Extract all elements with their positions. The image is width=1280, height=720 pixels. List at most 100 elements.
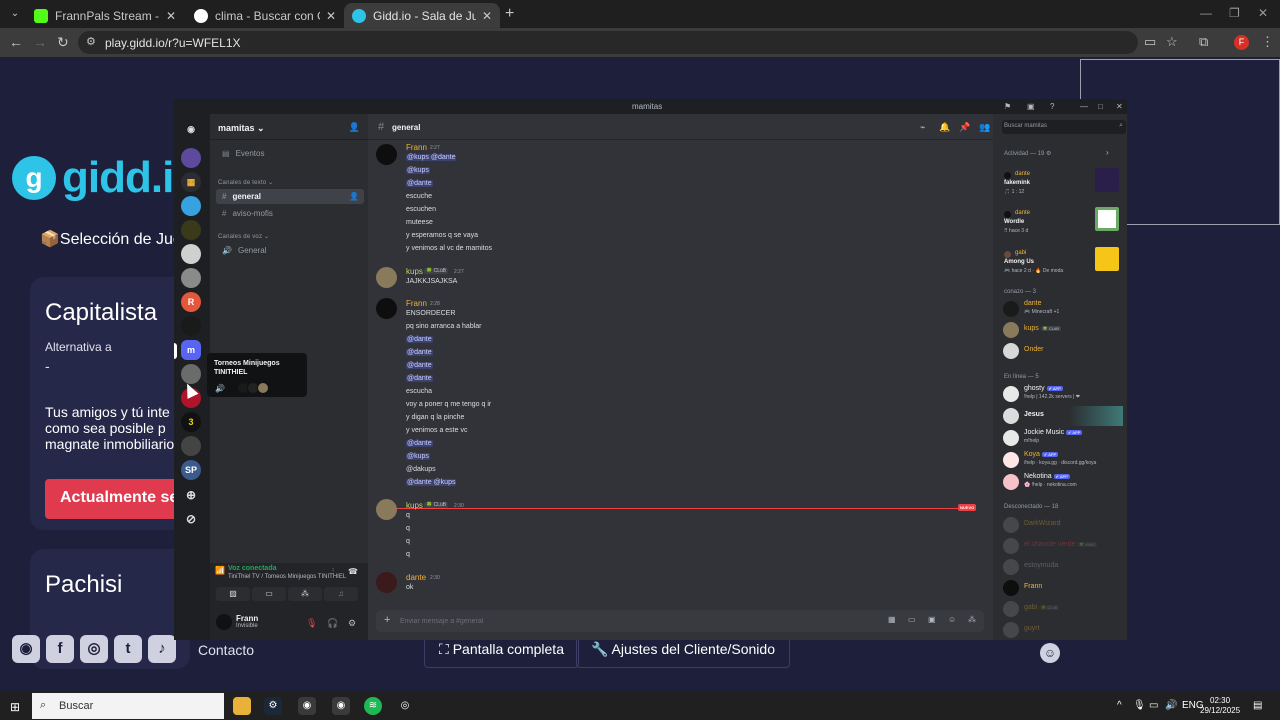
profile-avatar[interactable]: F [1234, 35, 1249, 50]
attach-plus-icon[interactable]: + [384, 614, 390, 626]
mention[interactable]: @kups [406, 453, 430, 460]
apps-icon[interactable]: ⁂ [968, 615, 976, 624]
tab-search-button[interactable]: ⌄ [6, 5, 24, 23]
bookmark-star-icon[interactable]: ☆ [1166, 34, 1178, 50]
mention[interactable]: @dante [406, 336, 433, 343]
channel-general[interactable]: # general 👤 [216, 189, 364, 204]
member-item[interactable]: gabi 🍀 CLüB [1003, 599, 1123, 619]
gidd-logo[interactable]: g gidd.io [12, 153, 200, 203]
sticker-icon[interactable]: ▣ [928, 615, 936, 624]
server-icon[interactable] [181, 316, 201, 336]
minimize-icon[interactable]: — [1080, 102, 1088, 111]
close-window-icon[interactable]: ✕ [1258, 6, 1268, 20]
server-icon[interactable]: 3 [181, 412, 201, 432]
maximize-icon[interactable]: □ [1098, 102, 1103, 111]
member-list-icon[interactable]: 👥 [979, 122, 990, 133]
back-icon[interactable]: ← [9, 34, 23, 50]
member-item[interactable]: Frann [1003, 578, 1123, 598]
cast-icon[interactable]: ▭ [1144, 34, 1156, 50]
activity-card[interactable]: gabi Among Us 🎮 hace 2 d · 🔥 De moda [1004, 247, 1124, 281]
mention[interactable]: @kups @dante [406, 154, 457, 161]
message-author[interactable]: kups [406, 501, 423, 510]
contact-link[interactable]: Contacto [198, 642, 254, 658]
tray-chevron-icon[interactable]: ^ [1117, 700, 1122, 711]
server-icon[interactable]: R [181, 292, 201, 312]
help-icon[interactable]: ? [1050, 102, 1054, 111]
mention[interactable]: @dante [406, 440, 433, 447]
browser-tab-1[interactable]: FrannPals Stream - Watch Live o ✕ [26, 3, 184, 28]
windows-start-icon[interactable]: ⊞ [10, 700, 20, 714]
text-category[interactable]: Canales de texto ⌄ [218, 179, 273, 186]
obs-icon[interactable]: ◎ [396, 697, 414, 715]
add-member-icon[interactable]: 👤 [349, 192, 359, 201]
noise-suppression-icon[interactable]: ⫶ [332, 567, 334, 577]
close-tab-icon[interactable]: ✕ [482, 9, 492, 23]
activity-card[interactable]: dante Wordle ⠿ hace 3 d [1004, 207, 1124, 241]
member-item[interactable]: estoymuda [1003, 557, 1123, 577]
pin-icon[interactable]: 📌 [959, 122, 970, 133]
server-icon[interactable] [181, 244, 201, 264]
notifications-icon[interactable]: ▤ [1253, 700, 1262, 711]
close-tab-icon[interactable]: ✕ [166, 9, 176, 23]
settings-gear-icon[interactable]: ⚙ [348, 618, 356, 629]
mention[interactable]: @kups [406, 167, 430, 174]
discover-icon[interactable]: ⊘ [181, 509, 201, 529]
discord-icon[interactable]: ◉ [332, 697, 350, 715]
message-author[interactable]: Frann [406, 143, 427, 152]
new-tab-icon[interactable]: + [505, 5, 514, 23]
microphone-icon[interactable]: 🎙 [1133, 700, 1146, 711]
tiktok-icon[interactable]: ♪ [148, 635, 176, 663]
member-item[interactable]: Nekotina ✔ APP 🌸 !help · nekotina.com [1003, 472, 1123, 492]
server-header[interactable]: mamitas ⌄ 👤 [210, 114, 368, 140]
restore-icon[interactable]: ❐ [1229, 6, 1240, 20]
member-item[interactable]: Jesus [1003, 406, 1123, 426]
server-icon[interactable] [181, 196, 201, 216]
browser-tab-3[interactable]: Gidd.io - Sala de Juegos de Fra ✕ [344, 3, 500, 28]
invite-icon[interactable]: 👤 [349, 122, 360, 133]
screen-share-button[interactable]: ▭ [252, 587, 286, 601]
forward-icon[interactable]: → [33, 34, 47, 50]
soundboard-button[interactable]: ♫ [324, 587, 358, 601]
avatar[interactable] [216, 614, 232, 630]
discord-icon[interactable]: ◉ [12, 635, 40, 663]
voice-channel-general[interactable]: 🔊 General [216, 243, 364, 258]
spotify-icon[interactable]: ≋ [364, 697, 382, 715]
avatar[interactable] [376, 144, 397, 165]
game-card-capitalista[interactable]: Capitalista Alternativa a - Tus amigos y… [30, 277, 205, 530]
gif-icon[interactable]: ▭ [908, 615, 916, 624]
extensions-icon[interactable]: ⧉ [1199, 34, 1208, 50]
voice-status[interactable]: Voz conectada [228, 565, 277, 572]
twitter-icon[interactable]: t [114, 635, 142, 663]
close-tab-icon[interactable]: ✕ [326, 9, 336, 23]
mention[interactable]: @dante [406, 180, 433, 187]
notification-bell-icon[interactable]: 🔔 [939, 122, 950, 133]
mention[interactable]: @dante [406, 349, 433, 356]
mention[interactable]: @dante [406, 362, 433, 369]
discord-home-icon[interactable]: ◉ [181, 119, 201, 139]
message-author[interactable]: kups [406, 267, 423, 276]
member-item[interactable]: kups 🍀 CLüB [1003, 320, 1123, 340]
mention[interactable]: @dante [406, 375, 433, 382]
server-icon[interactable]: SP [181, 460, 201, 480]
flag-icon[interactable]: ⚑ [1004, 102, 1011, 111]
avatar[interactable] [376, 298, 397, 319]
server-icon[interactable] [181, 148, 201, 168]
file-explorer-icon[interactable] [233, 697, 251, 715]
channel-aviso-mofis[interactable]: # aviso-mofis [216, 206, 364, 221]
server-icon[interactable] [181, 220, 201, 240]
steam-icon[interactable]: ⚙ [264, 697, 282, 715]
menu-kebab-icon[interactable]: ⋮ [1261, 34, 1274, 50]
chrome-icon[interactable]: ◉ [298, 697, 316, 715]
reload-icon[interactable]: ↻ [57, 34, 69, 51]
deafened-icon[interactable]: 🎧 [327, 618, 338, 629]
avatar[interactable] [376, 499, 397, 520]
add-server-icon[interactable]: ⊕ [181, 485, 201, 505]
member-item[interactable]: el chavote verde 🍀 KING [1003, 536, 1123, 556]
voice-category[interactable]: Canales de voz ⌄ [218, 233, 269, 240]
facebook-icon[interactable]: f [46, 635, 74, 663]
member-item[interactable]: dante 🎮 Minecraft +1 [1003, 299, 1123, 319]
avatar[interactable] [376, 267, 397, 288]
server-icon-mamitas[interactable]: m [181, 340, 201, 360]
server-icon[interactable] [181, 268, 201, 288]
site-info-icon[interactable]: ⚙ [86, 35, 96, 48]
